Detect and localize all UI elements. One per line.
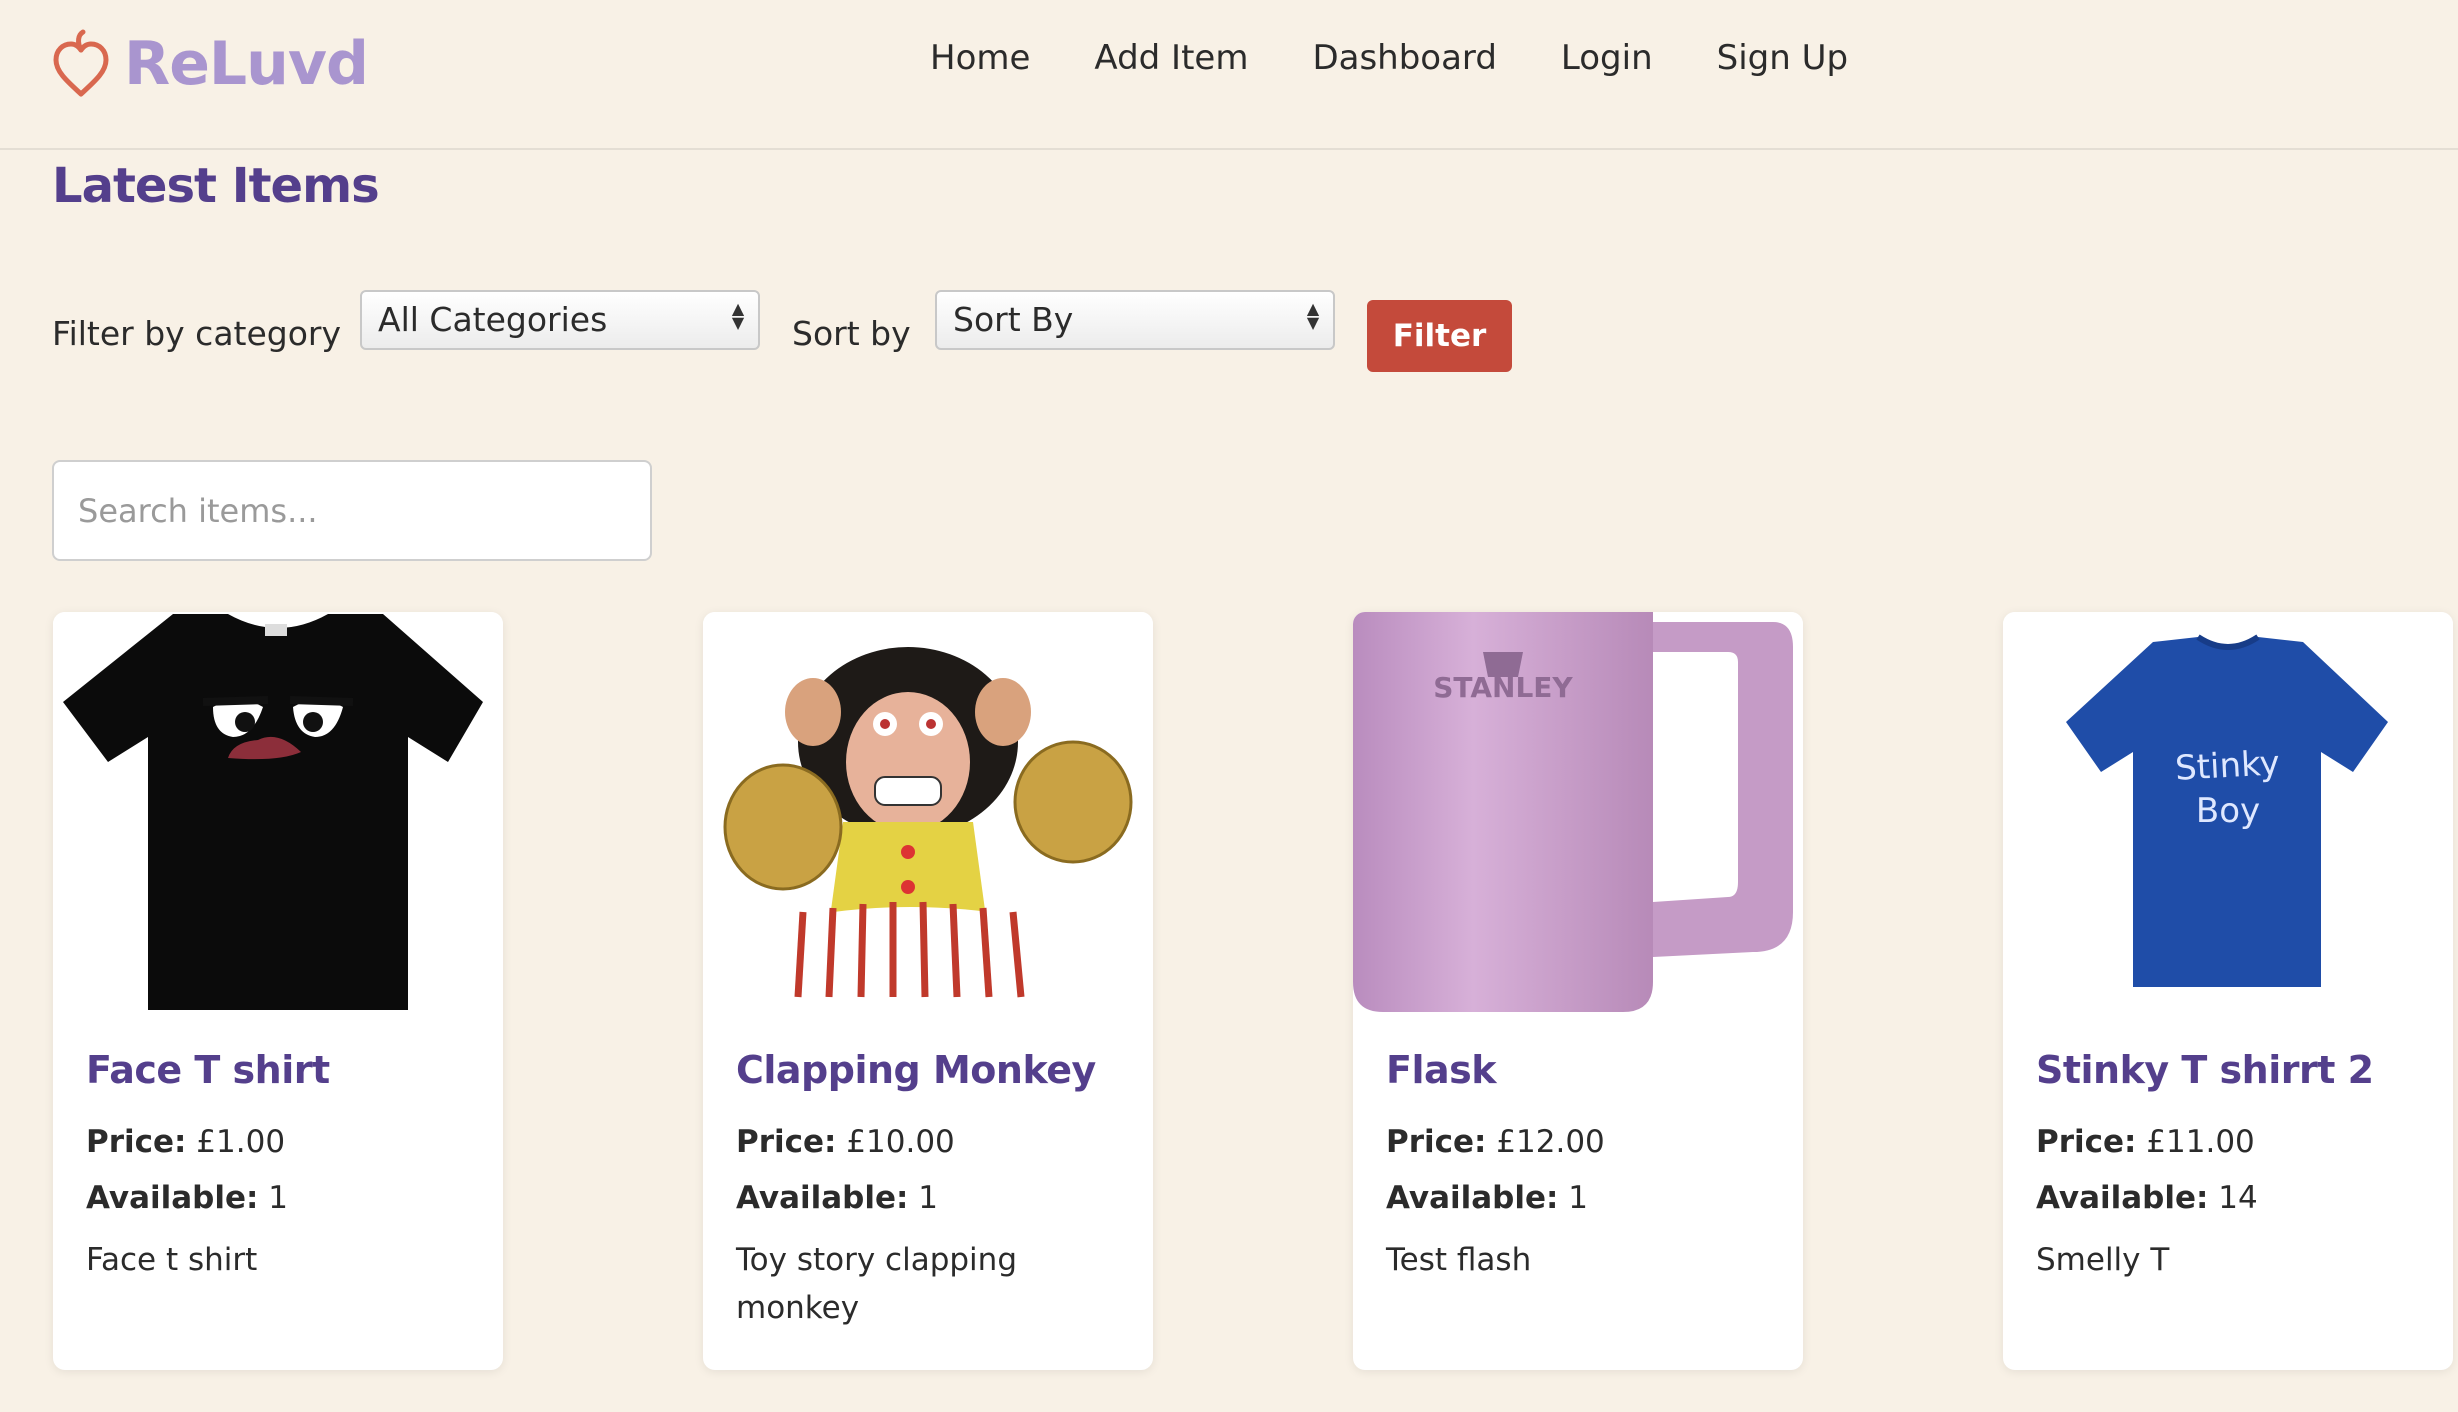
price-label: Price: xyxy=(736,1124,837,1160)
shirt-print-text-2: Boy xyxy=(2196,791,2260,831)
main-nav: Home Add Item Dashboard Login Sign Up xyxy=(930,38,1912,78)
price-label: Price: xyxy=(1386,1124,1487,1160)
nav-login[interactable]: Login xyxy=(1561,38,1653,78)
item-description: Test flash xyxy=(1386,1242,1532,1278)
available-label: Available: xyxy=(1386,1180,1559,1216)
item-title[interactable]: Flask xyxy=(1386,1048,1497,1092)
select-arrows-icon: ▲ ▼ xyxy=(731,299,745,332)
available-value: 14 xyxy=(2218,1180,2258,1216)
nav-sign-up[interactable]: Sign Up xyxy=(1717,38,1848,78)
site-header: ReLuvd Home Add Item Dashboard Login Sig… xyxy=(0,0,2458,150)
category-select[interactable]: All Categories ▲ ▼ xyxy=(360,290,760,350)
item-description: Toy story clapping monkey xyxy=(736,1242,1017,1326)
black-t-shirt-image[interactable] xyxy=(53,612,503,1012)
nav-home[interactable]: Home xyxy=(930,38,1030,78)
item-description: Face t shirt xyxy=(86,1242,258,1278)
available-label: Available: xyxy=(736,1180,909,1216)
item-availability: Available: 14 xyxy=(2036,1180,2258,1216)
item-price: Price: £1.00 xyxy=(86,1124,285,1160)
nav-add-item[interactable]: Add Item xyxy=(1094,38,1248,78)
available-value: 1 xyxy=(268,1180,289,1216)
item-title[interactable]: Face T shirt xyxy=(86,1048,330,1092)
item-availability: Available: 1 xyxy=(86,1180,288,1216)
available-label: Available: xyxy=(86,1180,259,1216)
item-price: Price: £10.00 xyxy=(736,1124,955,1160)
price-label: Price: xyxy=(2036,1124,2137,1160)
item-availability: Available: 1 xyxy=(736,1180,938,1216)
item-card[interactable]: Clapping Monkey Price: £10.00 Available:… xyxy=(703,612,1153,1370)
item-title[interactable]: Stinky T shirrt 2 xyxy=(2036,1048,2374,1092)
search-input[interactable] xyxy=(52,460,652,561)
page-title: Latest Items xyxy=(52,158,380,214)
item-card[interactable]: STANLEY Flask Price: £12.00 Available: 1… xyxy=(1353,612,1803,1370)
item-description: Smelly T xyxy=(2036,1242,2170,1278)
nav-dashboard[interactable]: Dashboard xyxy=(1312,38,1496,78)
heart-icon xyxy=(53,29,109,97)
pink-flask-image[interactable]: STANLEY xyxy=(1353,612,1803,1012)
item-availability: Available: 1 xyxy=(1386,1180,1588,1216)
price-value: £12.00 xyxy=(1496,1124,1605,1160)
brand-name: ReLuvd xyxy=(124,29,369,99)
category-filter-label: Filter by category xyxy=(52,314,342,353)
blue-t-shirt-image[interactable]: Stinky Boy xyxy=(2003,612,2453,1012)
sort-select-value: Sort By xyxy=(953,300,1074,339)
item-card[interactable]: Face T shirt Price: £1.00 Available: 1 F… xyxy=(53,612,503,1370)
available-value: 1 xyxy=(918,1180,939,1216)
available-label: Available: xyxy=(2036,1180,2209,1216)
sort-label: Sort by xyxy=(792,314,911,353)
item-title[interactable]: Clapping Monkey xyxy=(736,1048,1096,1092)
shirt-print-text-1: Stinky xyxy=(2174,743,2280,788)
item-price: Price: £12.00 xyxy=(1386,1124,1605,1160)
monkey-toy-image[interactable] xyxy=(703,612,1153,1012)
sort-select[interactable]: Sort By ▲ ▼ xyxy=(935,290,1335,350)
price-value: £1.00 xyxy=(196,1124,286,1160)
filter-button[interactable]: Filter xyxy=(1367,300,1512,372)
price-value: £10.00 xyxy=(846,1124,955,1160)
available-value: 1 xyxy=(1568,1180,1589,1216)
item-card[interactable]: Stinky Boy Stinky T shirrt 2 Price: £11.… xyxy=(2003,612,2453,1370)
brand-logo[interactable]: ReLuvd xyxy=(50,28,369,100)
price-label: Price: xyxy=(86,1124,187,1160)
select-arrows-icon: ▲ ▼ xyxy=(1306,299,1320,332)
category-select-value: All Categories xyxy=(378,300,608,339)
item-price: Price: £11.00 xyxy=(2036,1124,2255,1160)
price-value: £11.00 xyxy=(2146,1124,2255,1160)
